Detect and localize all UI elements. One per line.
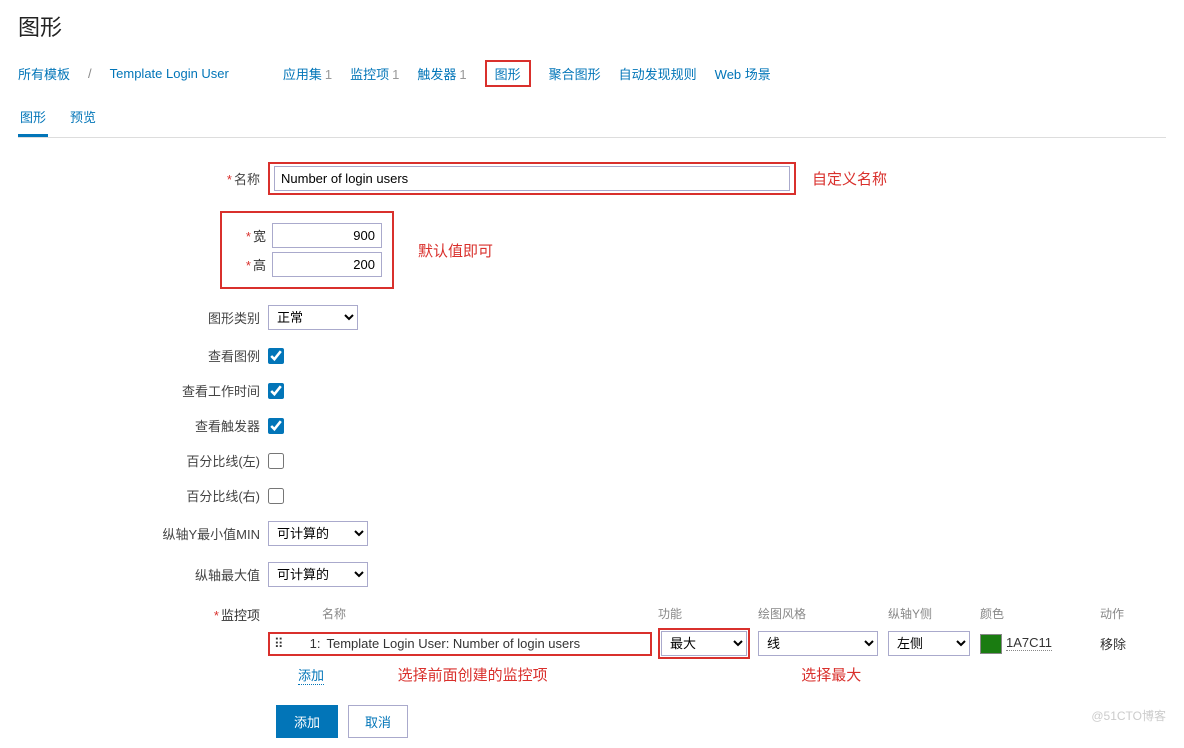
- ymin-select[interactable]: 可计算的: [268, 521, 368, 546]
- height-input[interactable]: [272, 252, 382, 277]
- name-input[interactable]: [274, 166, 790, 191]
- pctright-label: 百分比线(右): [186, 489, 260, 504]
- hdr-name: 名称: [322, 605, 652, 622]
- subtabs: 图形 预览: [18, 101, 1166, 138]
- func-select[interactable]: 最大: [661, 631, 747, 656]
- hdr-draw: 绘图风格: [752, 605, 882, 622]
- item-header: 名称 功能 绘图风格 纵轴Y侧 颜色 动作: [268, 603, 1166, 628]
- items-label: 监控项: [221, 608, 260, 623]
- name-label: 名称: [234, 172, 260, 187]
- page-title: 图形: [18, 10, 1166, 42]
- hdr-color: 颜色: [974, 605, 1094, 622]
- watermark: @51CTO博客: [1091, 707, 1166, 724]
- worktime-label: 查看工作时间: [182, 384, 260, 399]
- wh-group: *宽 *高: [220, 211, 394, 289]
- nav-graphs[interactable]: 图形: [485, 60, 531, 87]
- hdr-func: 功能: [652, 605, 752, 622]
- note-item: 选择前面创建的监控项: [398, 664, 548, 685]
- ymax-select[interactable]: 可计算的: [268, 562, 368, 587]
- graphtype-select[interactable]: 正常: [268, 305, 358, 330]
- ymax-label: 纵轴最大值: [195, 568, 260, 583]
- pctleft-label: 百分比线(左): [186, 454, 260, 469]
- note-func: 选择最大: [801, 664, 861, 685]
- nav-apps[interactable]: 应用集1: [283, 64, 332, 83]
- axis-select[interactable]: 左侧: [888, 631, 970, 656]
- hdr-action: 动作: [1094, 605, 1154, 622]
- item-name-link[interactable]: Template Login User: Number of login use…: [326, 636, 580, 651]
- height-label: 高: [253, 258, 266, 273]
- nav-web[interactable]: Web 场景: [715, 64, 771, 83]
- breadcrumb-template[interactable]: Template Login User: [110, 66, 229, 81]
- worktime-checkbox[interactable]: [268, 383, 284, 399]
- cancel-button[interactable]: 取消: [348, 705, 408, 738]
- color-swatch[interactable]: [980, 634, 1002, 654]
- remove-link[interactable]: 移除: [1100, 637, 1126, 652]
- triggers-checkbox[interactable]: [268, 418, 284, 434]
- nav-items[interactable]: 监控项1: [350, 64, 399, 83]
- tab-graph[interactable]: 图形: [18, 101, 48, 137]
- tab-preview[interactable]: 预览: [68, 101, 98, 137]
- breadcrumb-root[interactable]: 所有模板: [18, 64, 70, 83]
- color-code[interactable]: 1A7C11: [1006, 635, 1052, 651]
- pctright-checkbox[interactable]: [268, 488, 284, 504]
- triggers-label: 查看触发器: [195, 419, 260, 434]
- add-button[interactable]: 添加: [276, 705, 338, 738]
- width-label: 宽: [253, 229, 266, 244]
- breadcrumb-sep: /: [88, 66, 92, 81]
- add-item-link[interactable]: 添加: [298, 665, 324, 685]
- ymin-label: 纵轴Y最小值MIN: [162, 527, 260, 542]
- legend-label: 查看图例: [208, 349, 260, 364]
- nav-discovery[interactable]: 自动发现规则: [619, 64, 697, 83]
- name-note: 自定义名称: [812, 168, 887, 189]
- hdr-axis: 纵轴Y侧: [882, 605, 974, 622]
- width-input[interactable]: [272, 223, 382, 248]
- legend-checkbox[interactable]: [268, 348, 284, 364]
- pctleft-checkbox[interactable]: [268, 453, 284, 469]
- breadcrumb-nav: 所有模板 / Template Login User 应用集1 监控项1 触发器…: [18, 60, 1166, 87]
- nav-screens[interactable]: 聚合图形: [549, 64, 601, 83]
- draw-select[interactable]: 线: [758, 631, 878, 656]
- drag-handle-icon[interactable]: ⠿: [274, 636, 303, 652]
- nav-triggers[interactable]: 触发器1: [417, 64, 466, 83]
- graphtype-label: 图形类别: [208, 311, 260, 326]
- wh-note: 默认值即可: [418, 240, 493, 261]
- item-index: 1:: [303, 636, 326, 651]
